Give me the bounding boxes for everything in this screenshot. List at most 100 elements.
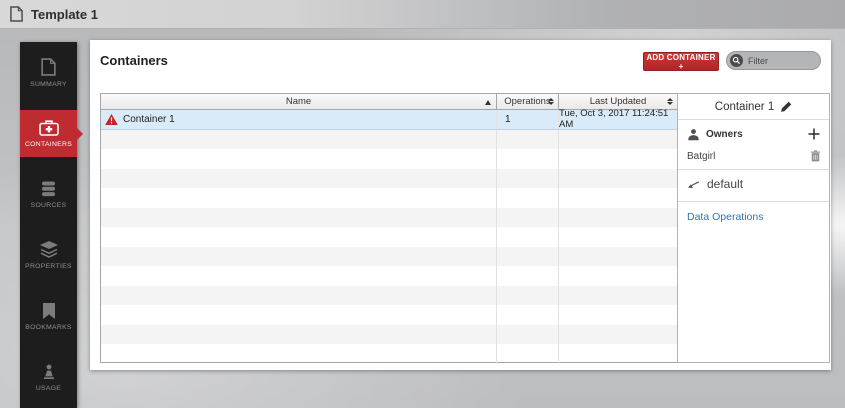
column-label: Operations — [504, 96, 550, 107]
name-cell — [101, 188, 496, 208]
column-header-operations[interactable]: Operations — [496, 94, 558, 109]
sidebar-item-sources[interactable]: SOURCES — [20, 164, 77, 225]
empty-table-row — [101, 266, 677, 286]
empty-table-row — [101, 169, 677, 189]
sidebar-item-usage[interactable]: USAGE — [20, 347, 77, 408]
sidebar-item-label: USAGE — [36, 385, 61, 392]
empty-table-row — [101, 130, 677, 150]
operations-cell — [496, 305, 558, 325]
container-detail-panel: Container 1 Owners Batgirl defau — [677, 93, 830, 363]
container-name: Container 1 — [123, 114, 175, 125]
name-cell — [101, 344, 496, 364]
warning-icon — [105, 114, 118, 125]
operations-cell — [496, 286, 558, 306]
detail-container-title: Container 1 — [715, 101, 774, 113]
sidebar-item-label: BOOKMARKS — [25, 324, 72, 331]
empty-table-row — [101, 188, 677, 208]
empty-table-row — [101, 325, 677, 345]
search-icon — [730, 54, 743, 67]
last-updated-cell — [558, 266, 677, 286]
last-updated-cell — [558, 286, 677, 306]
name-cell — [101, 149, 496, 169]
containers-table: Name Operations Last Updated Container 1 — [100, 93, 678, 363]
template-doc-icon — [10, 6, 23, 22]
operations-cell — [496, 169, 558, 189]
name-cell — [101, 266, 496, 286]
last-updated-cell — [558, 227, 677, 247]
empty-table-row — [101, 305, 677, 325]
sidebar-item-containers[interactable]: CONTAINERS — [20, 103, 77, 164]
operations-cell — [496, 130, 558, 150]
table-header: Name Operations Last Updated — [101, 94, 677, 110]
operations-cell — [496, 149, 558, 169]
sidebar-item-label: CONTAINERS — [25, 141, 72, 148]
add-owner-plus-icon[interactable] — [808, 128, 820, 140]
name-cell — [101, 247, 496, 267]
column-label: Last Updated — [590, 96, 647, 107]
sort-both-icon — [548, 98, 554, 106]
name-cell — [101, 227, 496, 247]
column-header-last-updated[interactable]: Last Updated — [558, 94, 677, 109]
operations-cell — [496, 344, 558, 364]
operations-cell — [496, 266, 558, 286]
name-cell — [101, 169, 496, 189]
name-cell: Container 1 — [101, 110, 496, 129]
branch-name: default — [707, 177, 743, 191]
sidebar-item-bookmarks[interactable]: BOOKMARKS — [20, 286, 77, 347]
last-updated-cell: Tue, Oct 3, 2017 11:24:51 AM — [558, 110, 677, 129]
empty-table-row — [101, 208, 677, 228]
add-container-button[interactable]: ADD CONTAINER + — [643, 52, 719, 71]
empty-table-row — [101, 286, 677, 306]
sort-asc-icon — [485, 100, 491, 105]
branch-row: default — [678, 170, 829, 198]
page-title: Containers — [100, 53, 168, 68]
owners-label: Owners — [706, 129, 802, 140]
window-title: Template 1 — [31, 7, 98, 22]
edit-pencil-icon[interactable] — [780, 101, 792, 113]
sort-both-icon — [667, 98, 673, 106]
empty-table-row — [101, 227, 677, 247]
summary-doc-icon — [41, 58, 56, 76]
empty-table-row — [101, 149, 677, 169]
data-operations-link[interactable]: Data Operations — [678, 202, 829, 232]
last-updated-cell — [558, 247, 677, 267]
sidebar: SUMMARY CONTAINERS SOURCES PROPERTIES BO… — [20, 42, 77, 408]
operations-cell — [496, 247, 558, 267]
name-cell — [101, 305, 496, 325]
sidebar-item-properties[interactable]: PROPERTIES — [20, 225, 77, 286]
name-cell — [101, 208, 496, 228]
usage-icon — [41, 364, 57, 380]
table-row-container-1[interactable]: Container 1 1 Tue, Oct 3, 2017 11:24:51 … — [101, 110, 677, 130]
name-cell — [101, 325, 496, 345]
main-panel: Containers ADD CONTAINER + Name Operatio… — [90, 40, 831, 370]
last-updated-cell — [558, 344, 677, 364]
person-icon — [687, 128, 700, 141]
column-label: Name — [286, 96, 311, 107]
sidebar-item-label: SOURCES — [31, 202, 67, 209]
sidebar-item-label: PROPERTIES — [25, 263, 72, 270]
operations-cell — [496, 325, 558, 345]
last-updated-cell — [558, 130, 677, 150]
name-cell — [101, 286, 496, 306]
bookmark-icon — [43, 303, 55, 319]
owner-row: Batgirl — [678, 146, 829, 166]
owners-header-row: Owners — [678, 122, 829, 146]
containers-bag-icon — [39, 120, 59, 136]
operations-cell — [496, 188, 558, 208]
last-updated-cell — [558, 305, 677, 325]
owner-name: Batgirl — [687, 151, 805, 162]
sidebar-item-summary[interactable]: SUMMARY — [20, 42, 77, 103]
operations-cell: 1 — [496, 110, 558, 129]
last-updated-cell — [558, 149, 677, 169]
top-bar: Template 1 — [0, 0, 845, 29]
last-updated-cell — [558, 169, 677, 189]
filter-input[interactable] — [748, 56, 818, 66]
last-updated-cell — [558, 188, 677, 208]
branch-icon — [687, 180, 700, 189]
last-updated-cell — [558, 325, 677, 345]
database-icon — [41, 181, 56, 197]
remove-owner-trash-icon[interactable] — [811, 150, 820, 162]
name-cell — [101, 130, 496, 150]
sidebar-item-label: SUMMARY — [30, 81, 67, 88]
column-header-name[interactable]: Name — [101, 94, 496, 109]
